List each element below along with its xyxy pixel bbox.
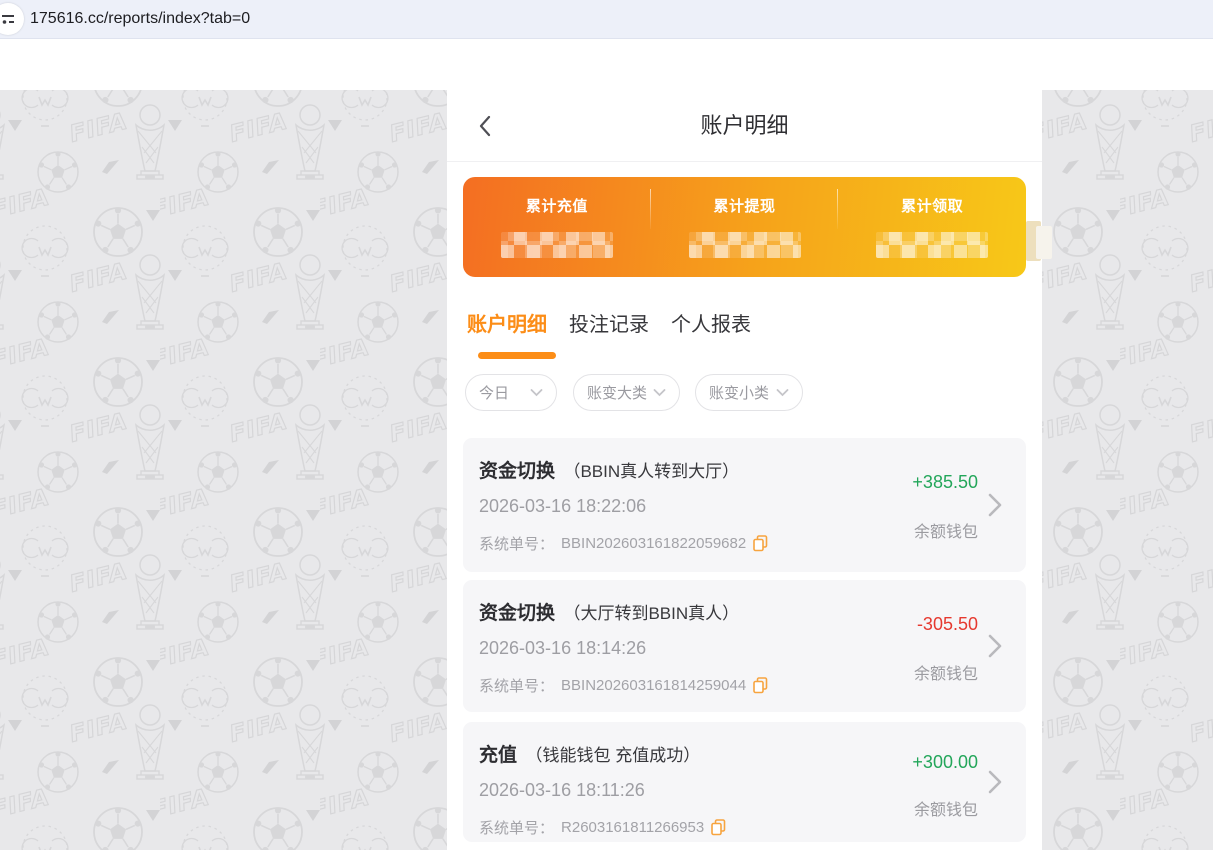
site-favicon-icon xyxy=(0,3,24,35)
filter-label: 账变小类 xyxy=(709,382,769,403)
record-order: 系统单号： BBIN202603161814259044 xyxy=(479,675,768,696)
record-amount: +385.50 xyxy=(912,472,978,493)
tab-bar: 账户明细 投注记录 个人报表 xyxy=(467,308,751,337)
record-card[interactable]: 资金切换 （大厅转到BBIN真人） 2026-03-16 18:14:26 系统… xyxy=(463,580,1026,712)
record-order: 系统单号： BBIN202603161822059682 xyxy=(479,533,768,554)
copy-icon[interactable] xyxy=(753,535,768,552)
browser-url-bar[interactable]: 175616.cc/reports/index?tab=0 xyxy=(0,0,1213,39)
filter-label: 今日 xyxy=(479,382,509,403)
record-order-label: 系统单号： xyxy=(479,675,554,696)
record-order-label: 系统单号： xyxy=(479,817,554,838)
chevron-down-icon xyxy=(653,384,666,402)
copy-icon[interactable] xyxy=(711,819,726,836)
copy-icon[interactable] xyxy=(753,677,768,694)
record-type: 资金切换 xyxy=(479,461,555,482)
record-order-no: BBIN202603161822059682 xyxy=(561,535,746,552)
summary-col-withdraw: 累计提现 xyxy=(651,177,839,277)
chevron-right-icon[interactable] xyxy=(988,634,1002,663)
url-text[interactable]: 175616.cc/reports/index?tab=0 xyxy=(30,0,250,38)
summary-label: 累计领取 xyxy=(838,195,1026,216)
summary-col-claim: 累计领取 xyxy=(838,177,1026,277)
summary-col-deposit: 累计充值 xyxy=(463,177,651,277)
record-title: 充值 （钱能钱包 充值成功） xyxy=(479,740,700,767)
chevron-down-icon xyxy=(530,384,543,402)
screen: FIFA 175616 xyxy=(0,0,1213,850)
record-title: 资金切换 （BBIN真人转到大厅） xyxy=(479,456,739,483)
record-wallet: 余额钱包 xyxy=(914,518,978,542)
record-order-no: R2603161811266953 xyxy=(561,819,704,836)
record-title: 资金切换 （大厅转到BBIN真人） xyxy=(479,598,739,625)
record-time: 2026-03-16 18:22:06 xyxy=(479,496,646,517)
masked-value xyxy=(689,232,801,258)
record-order-label: 系统单号： xyxy=(479,533,554,554)
filter-label: 账变大类 xyxy=(587,382,647,403)
record-type: 资金切换 xyxy=(479,603,555,624)
record-detail: （大厅转到BBIN真人） xyxy=(563,604,739,623)
active-tab-underline xyxy=(478,352,556,359)
summary-label: 累计充值 xyxy=(463,195,651,216)
masked-value xyxy=(501,232,613,258)
record-order: 系统单号： R2603161811266953 xyxy=(479,817,726,838)
masked-value xyxy=(876,232,988,258)
record-time: 2026-03-16 18:11:26 xyxy=(479,780,645,801)
tab-bet-records[interactable]: 投注记录 xyxy=(569,308,649,337)
filter-date-dropdown[interactable]: 今日 xyxy=(465,374,557,411)
chevron-right-icon[interactable] xyxy=(988,493,1002,522)
tab-account-detail[interactable]: 账户明细 xyxy=(467,308,547,337)
summary-label: 累计提现 xyxy=(651,195,839,216)
record-order-no: BBIN202603161814259044 xyxy=(561,677,746,694)
page-title: 账户明细 xyxy=(447,90,1042,161)
record-amount: +300.00 xyxy=(912,752,978,773)
tab-personal-report[interactable]: 个人报表 xyxy=(671,308,751,337)
summary-carousel-peek xyxy=(1036,226,1052,259)
record-card[interactable]: 充值 （钱能钱包 充值成功） 2026-03-16 18:11:26 系统单号：… xyxy=(463,722,1026,842)
record-wallet: 余额钱包 xyxy=(914,796,978,820)
record-detail: （BBIN真人转到大厅） xyxy=(563,462,739,481)
app-header: 账户明细 xyxy=(447,90,1042,162)
filter-major-type-dropdown[interactable]: 账变大类 xyxy=(573,374,680,411)
record-card[interactable]: 资金切换 （BBIN真人转到大厅） 2026-03-16 18:22:06 系统… xyxy=(463,438,1026,572)
filter-minor-type-dropdown[interactable]: 账变小类 xyxy=(695,374,803,411)
record-wallet: 余额钱包 xyxy=(914,660,978,684)
record-time: 2026-03-16 18:14:26 xyxy=(479,638,646,659)
summary-card[interactable]: 累计充值 累计提现 累计领取 xyxy=(463,177,1026,277)
chevron-right-icon[interactable] xyxy=(988,770,1002,799)
record-detail: （钱能钱包 充值成功） xyxy=(525,746,700,765)
chevron-down-icon xyxy=(776,384,789,402)
app-panel: 账户明细 累计充值 累计提现 累计领取 账户明细 投注记录 个人报表 xyxy=(447,90,1042,850)
record-type: 充值 xyxy=(479,745,517,766)
record-amount: -305.50 xyxy=(917,614,978,635)
